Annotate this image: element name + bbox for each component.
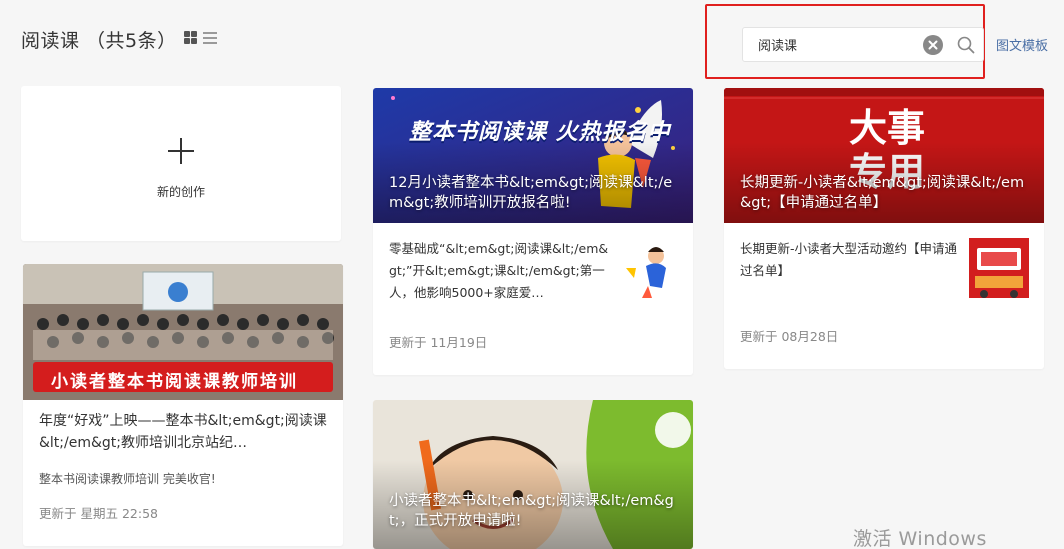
article-card[interactable]: 小读者整本书&lt;em&gt;阅读课&lt;/em&gt;，正式开放申请啦! [373,400,693,549]
new-creation-card[interactable]: 新的创作 [21,86,341,241]
card-updated: 更新于 11月19日 [389,335,488,350]
cover-image: 小读者整本书阅读课教师培训 [23,264,343,400]
search-icon[interactable] [956,35,976,55]
card-title: 长期更新-小读者&lt;em&gt;阅读课&lt;/em&gt;【申请通过名单】 [740,175,1025,211]
card-title: 12月小读者整本书&lt;em&gt;阅读课&lt;/em&gt;教师培训开放报… [389,175,673,211]
activation-watermark: 激活 Windows [853,528,987,549]
cover-image: 小读者整本书&lt;em&gt;阅读课&lt;/em&gt;，正式开放申请啦! [373,400,693,549]
view-switcher [184,31,217,44]
cover-image: 整本书阅读课 火热报名中 12月小读者整本书&lt;em&gt;阅读课&lt;/… [373,88,693,223]
new-creation-label: 新的创作 [156,185,205,199]
template-link[interactable]: 图文模板 [996,35,1048,54]
card-thumbnail [618,238,678,298]
article-card[interactable]: 小读者整本书阅读课教师培训 年度“好戏”上映——整本书&lt;em&gt;阅读课… [23,264,343,546]
plus-icon [168,138,194,164]
card-thumbnail [969,238,1029,298]
search-box [742,27,984,62]
clear-icon[interactable] [923,35,943,55]
cover-headline: 小读者整本书阅读课教师培训 [51,372,298,392]
card-updated: 更新于 08月28日 [740,329,839,344]
list-view-icon[interactable] [203,31,217,44]
cover-image: 大事 专用 长期更新-小读者&lt;em&gt;阅读课&lt;/em&gt;【申… [724,88,1044,223]
page-title: 阅读课 （共5条） [21,30,177,52]
card-summary: 整本书阅读课教师培训 完美收官! [39,472,216,486]
search-input[interactable] [758,28,918,61]
card-title: 小读者整本书&lt;em&gt;阅读课&lt;/em&gt;，正式开放申请啦! [389,493,674,529]
article-card[interactable]: 大事 专用 长期更新-小读者&lt;em&gt;阅读课&lt;/em&gt;【申… [724,88,1044,369]
card-summary: 长期更新-小读者大型活动邀约【申请通过名单】 [740,241,958,278]
card-updated: 更新于 星期五 22:58 [39,506,158,521]
card-summary: 零基础成“&lt;em&gt;阅读课&lt;/em&gt;”开&lt;em&gt… [389,241,609,300]
card-title: 年度“好戏”上映——整本书&lt;em&gt;阅读课&lt;/em&gt;教师培… [39,413,327,451]
article-card[interactable]: 整本书阅读课 火热报名中 12月小读者整本书&lt;em&gt;阅读课&lt;/… [373,88,693,375]
grid-view-icon[interactable] [184,31,197,44]
